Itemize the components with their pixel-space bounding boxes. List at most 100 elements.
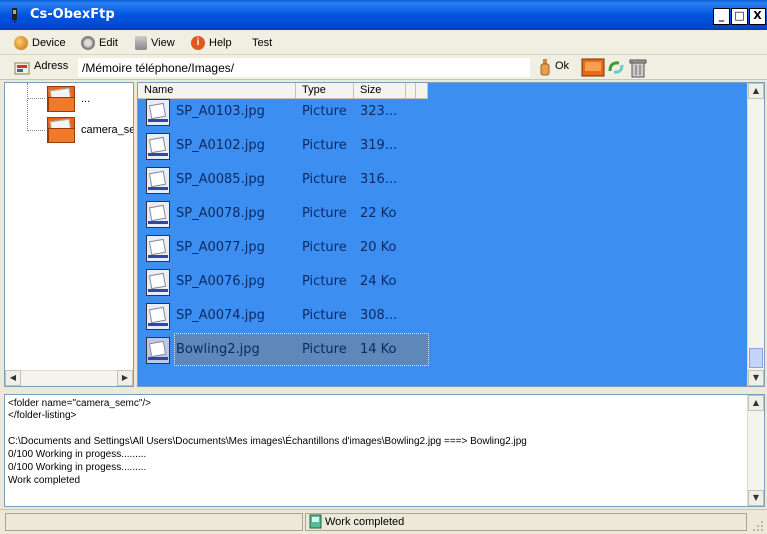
info-icon: i bbox=[191, 36, 205, 50]
log-vertical-scrollbar[interactable]: ▲ ▼ bbox=[747, 395, 764, 506]
device-icon bbox=[14, 36, 28, 50]
file-name: SP_A0076.jpg bbox=[176, 274, 265, 289]
menu-help[interactable]: i Help bbox=[191, 34, 232, 52]
refresh-icon[interactable] bbox=[607, 59, 627, 76]
file-size: 319... bbox=[360, 138, 398, 153]
menu-device[interactable]: Device bbox=[14, 34, 66, 52]
address-label: Adress bbox=[34, 60, 69, 72]
image-file-icon bbox=[144, 199, 172, 229]
app-icon bbox=[12, 8, 17, 23]
folder-icon bbox=[45, 114, 77, 146]
file-name: Bowling2.jpg bbox=[176, 342, 260, 357]
tree-node-label: camera_se bbox=[81, 124, 134, 136]
menu-help-label: Help bbox=[209, 37, 232, 49]
file-type: Picture bbox=[302, 172, 347, 187]
tree-connector bbox=[27, 130, 45, 131]
minimize-button[interactable]: _ bbox=[713, 8, 730, 25]
file-type: Picture bbox=[302, 274, 347, 289]
status-icon bbox=[309, 514, 322, 529]
file-name: SP_A0074.jpg bbox=[176, 308, 265, 323]
bottle-icon bbox=[540, 59, 550, 76]
log-output[interactable]: <folder name="camera_semc"/> </folder-li… bbox=[4, 394, 765, 507]
file-list[interactable]: Name Type Size SP_A0103.jpg Picture 323.… bbox=[137, 82, 765, 387]
tree-connector bbox=[27, 98, 45, 99]
image-file-icon bbox=[144, 335, 172, 365]
log-line: C:\Documents and Settings\All Users\Docu… bbox=[8, 436, 527, 447]
scroll-down-button[interactable]: ▼ bbox=[748, 370, 764, 386]
image-file-icon bbox=[144, 131, 172, 161]
file-type: Picture bbox=[302, 240, 347, 255]
file-size: 323... bbox=[360, 104, 398, 119]
image-file-icon bbox=[144, 97, 172, 127]
file-size: 316... bbox=[360, 172, 398, 187]
log-line: <folder name="camera_semc"/> bbox=[8, 398, 152, 409]
scroll-up-button[interactable]: ▲ bbox=[748, 83, 764, 99]
file-name: SP_A0077.jpg bbox=[176, 240, 265, 255]
file-name: SP_A0085.jpg bbox=[176, 172, 265, 187]
image-file-icon bbox=[144, 301, 172, 331]
log-line: </folder-listing> bbox=[8, 410, 77, 421]
file-size: 20 Ko bbox=[360, 240, 397, 255]
scroll-right-button[interactable]: ▶ bbox=[117, 370, 133, 386]
menu-test-label: Test bbox=[252, 37, 273, 49]
resize-grip-icon[interactable] bbox=[752, 520, 764, 532]
tree-node-camera[interactable]: camera_se bbox=[45, 114, 134, 146]
folder-icon bbox=[45, 83, 77, 115]
file-size: 22 Ko bbox=[360, 206, 397, 221]
scroll-left-button[interactable]: ◀ bbox=[5, 370, 21, 386]
file-type: Picture bbox=[302, 308, 347, 323]
screen-icon[interactable] bbox=[581, 58, 605, 77]
scroll-up-button[interactable]: ▲ bbox=[748, 395, 764, 411]
image-file-icon bbox=[144, 165, 172, 195]
file-row[interactable]: SP_A0102.jpg Picture 319... bbox=[138, 129, 438, 163]
menu-edit-label: Edit bbox=[99, 37, 118, 49]
tree-connector bbox=[27, 83, 28, 131]
title-bar[interactable]: Cs-ObexFtp _ □ X bbox=[0, 0, 767, 30]
tree-node-parent[interactable]: ... bbox=[45, 83, 90, 115]
file-type: Picture bbox=[302, 104, 347, 119]
maximize-button[interactable]: □ bbox=[731, 8, 748, 25]
file-list-vertical-scrollbar[interactable]: ▲ ▼ bbox=[747, 83, 764, 386]
file-row-selected[interactable]: Bowling2.jpg Picture 14 Ko bbox=[138, 333, 429, 367]
scroll-down-button[interactable]: ▼ bbox=[748, 490, 764, 506]
address-input[interactable] bbox=[78, 58, 530, 77]
file-size: 24 Ko bbox=[360, 274, 397, 289]
status-text: Work completed bbox=[325, 516, 405, 528]
status-panel-left bbox=[5, 513, 303, 531]
window-title: Cs-ObexFtp bbox=[30, 7, 115, 22]
menu-edit[interactable]: Edit bbox=[81, 34, 118, 52]
log-line: Work completed bbox=[8, 475, 81, 486]
file-row[interactable]: SP_A0085.jpg Picture 316... bbox=[138, 163, 438, 197]
close-button[interactable]: X bbox=[749, 8, 766, 25]
log-line: 0/100 Working in progess......... bbox=[8, 462, 147, 473]
log-line: 0/100 Working in progess......... bbox=[8, 449, 147, 460]
file-row[interactable]: SP_A0078.jpg Picture 22 Ko bbox=[138, 197, 438, 231]
address-icon bbox=[14, 62, 30, 75]
menu-device-label: Device bbox=[32, 37, 66, 49]
file-name: SP_A0102.jpg bbox=[176, 138, 265, 153]
menu-test[interactable]: Test bbox=[252, 34, 272, 52]
gear-icon bbox=[81, 36, 95, 50]
scroll-thumb[interactable] bbox=[749, 348, 763, 368]
menu-view[interactable]: View bbox=[135, 34, 175, 52]
menu-view-label: View bbox=[151, 37, 175, 49]
file-type: Picture bbox=[302, 342, 347, 357]
file-name: SP_A0078.jpg bbox=[176, 206, 265, 221]
folder-tree[interactable]: ... camera_se ◀ ▶ bbox=[4, 82, 134, 387]
image-file-icon bbox=[144, 267, 172, 297]
file-name: SP_A0103.jpg bbox=[176, 104, 265, 119]
trash-icon[interactable] bbox=[628, 57, 648, 78]
file-size: 14 Ko bbox=[360, 342, 397, 357]
file-row[interactable]: SP_A0103.jpg Picture 323... bbox=[138, 95, 438, 129]
file-type: Picture bbox=[302, 206, 347, 221]
ok-button[interactable]: Ok bbox=[555, 60, 569, 72]
menu-bar: Device Edit View i Help Test bbox=[0, 30, 767, 55]
tree-horizontal-scrollbar[interactable]: ◀ ▶ bbox=[5, 370, 133, 386]
file-row[interactable]: SP_A0077.jpg Picture 20 Ko bbox=[138, 231, 438, 265]
file-size: 308... bbox=[360, 308, 398, 323]
file-row[interactable]: SP_A0076.jpg Picture 24 Ko bbox=[138, 265, 438, 299]
view-icon bbox=[135, 36, 147, 50]
file-row[interactable]: SP_A0074.jpg Picture 308... bbox=[138, 299, 438, 333]
tree-node-label: ... bbox=[81, 93, 91, 105]
image-file-icon bbox=[144, 233, 172, 263]
